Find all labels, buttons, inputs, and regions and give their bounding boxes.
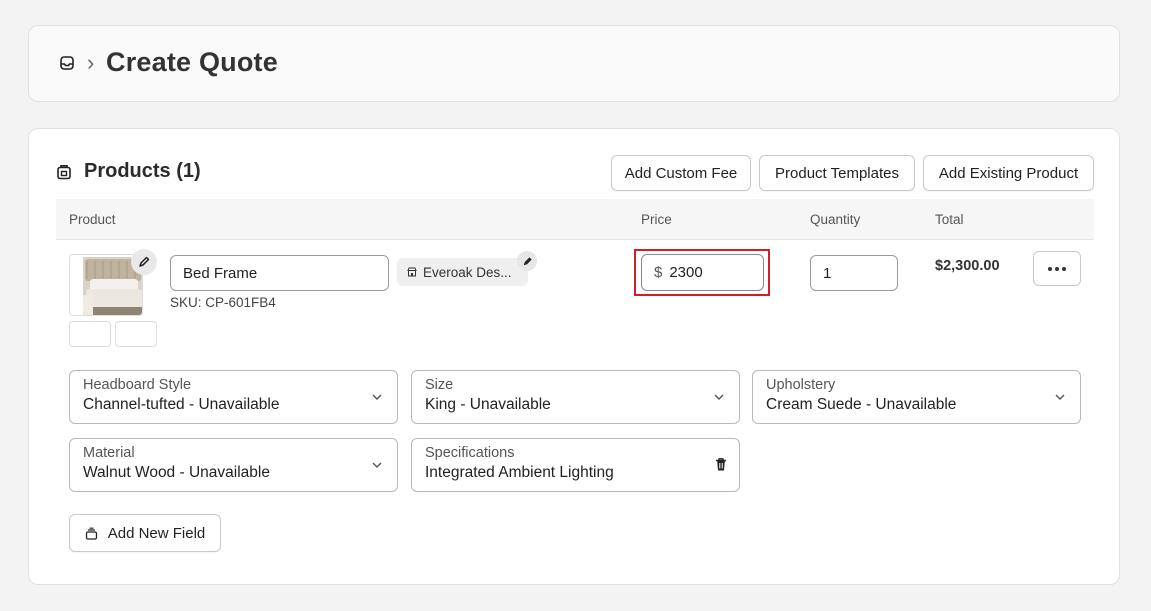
image-slot[interactable] [115,321,157,347]
field-value: King - Unavailable [425,396,551,413]
ellipsis-dot [1062,266,1066,271]
price-value: 2300 [669,264,703,281]
field-label: Specifications [425,445,515,461]
inbox-icon[interactable] [59,55,75,71]
products-heading: Products (1) [84,160,201,182]
add-existing-product-button[interactable]: Add Existing Product [923,155,1094,191]
edit-image-button[interactable] [131,249,157,275]
products-card: Products (1) Add Custom Fee Product Temp… [28,128,1120,585]
chevron-down-icon [714,394,724,400]
edit-vendor-button[interactable] [517,251,537,271]
ellipsis-dot [1048,266,1052,271]
chevron-down-icon [372,462,382,468]
more-options-button[interactable] [1033,251,1081,286]
product-templates-button[interactable]: Product Templates [759,155,915,191]
page-header: › Create Quote [28,25,1120,102]
package-icon [57,164,71,179]
pencil-icon [523,256,532,265]
field-value: Integrated Ambient Lighting [425,464,614,481]
column-header-product: Product [69,212,116,227]
breadcrumb-separator: › [87,50,95,75]
page-title: Create Quote [106,47,278,77]
quantity-value: 1 [823,264,832,282]
field-value: Channel-tufted - Unavailable [83,396,280,413]
add-new-field-label: Add New Field [107,524,206,542]
field-value: Walnut Wood - Unavailable [83,464,270,481]
column-header-quantity: Quantity [810,212,861,227]
add-new-field-button[interactable]: Add New Field [69,514,221,552]
add-custom-fee-button[interactable]: Add Custom Fee [611,155,751,191]
product-name-input[interactable]: Bed Frame [170,255,389,291]
chevron-down-icon [372,394,382,400]
field-label: Size [425,377,454,393]
store-icon [407,267,417,277]
field-label: Material [83,445,135,461]
chevron-down-icon [1055,394,1065,400]
vendor-chip[interactable]: Everoak Des... [397,258,528,286]
pencil-icon [139,256,150,267]
field-value: Cream Suede - Unavailable [766,396,957,413]
column-header-price: Price [641,212,672,227]
field-label: Upholstery [766,377,836,393]
image-slot[interactable] [69,321,111,347]
column-header-total: Total [935,212,964,227]
price-input[interactable]: $ 2300 [641,254,764,291]
products-header: Products (1) [56,160,201,183]
specifications-field[interactable]: Specifications Integrated Ambient Lighti… [411,438,740,492]
vendor-name: Everoak Des... [423,264,512,280]
product-sku: SKU: CP-601FB4 [170,295,276,310]
upholstery-select[interactable]: Upholstery Cream Suede - Unavailable [752,370,1081,424]
material-select[interactable]: Material Walnut Wood - Unavailable [69,438,398,492]
ellipsis-dot [1055,266,1059,271]
row-total: $2,300.00 [935,258,1000,274]
quantity-input[interactable]: 1 [810,255,898,291]
field-label: Headboard Style [83,377,192,393]
trash-icon[interactable] [714,457,728,472]
size-select[interactable]: Size King - Unavailable [411,370,740,424]
headboard-style-select[interactable]: Headboard Style Channel-tufted - Unavail… [69,370,398,424]
currency-symbol: $ [654,264,663,281]
product-name-value: Bed Frame [183,264,258,282]
table-header: Product Price Quantity Total [56,199,1094,240]
stack-icon [85,527,97,540]
